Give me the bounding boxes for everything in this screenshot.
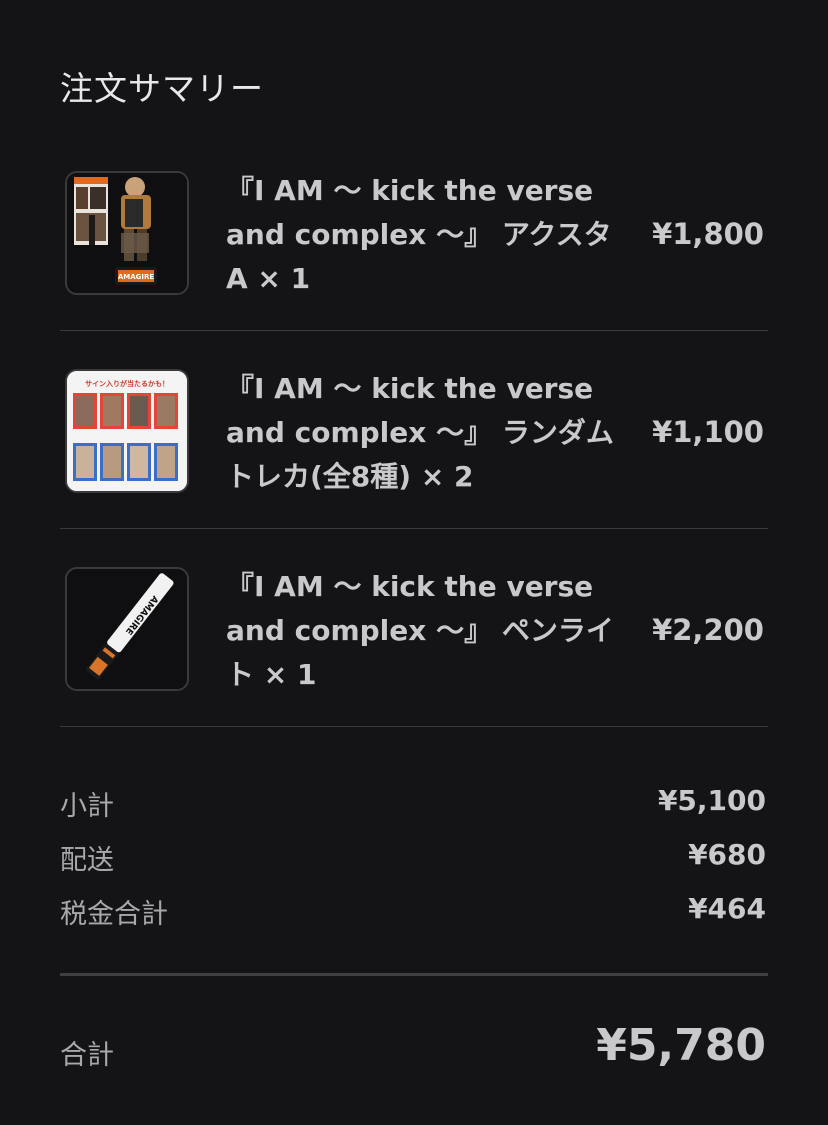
- item-thumbnail: AMAGIRE: [65, 171, 189, 295]
- item-thumbnail: AMAGIRE: [65, 567, 189, 691]
- tax-row: 税金合計 ¥464: [60, 892, 768, 932]
- shipping-label: 配送: [60, 845, 114, 876]
- item-name: 『I AM 〜 kick the verse and complex 〜』 ペン…: [226, 565, 626, 697]
- shipping-row: 配送 ¥680: [60, 838, 768, 878]
- divider: [60, 726, 768, 727]
- item-name: 『I AM 〜 kick the verse and complex 〜』 アク…: [226, 169, 626, 301]
- svg-text:サイン入りが当たるかも！: サイン入りが当たるかも！: [85, 379, 169, 388]
- page-title: 注文サマリー: [60, 69, 264, 108]
- subtotal-row: 小計 ¥5,100: [60, 784, 768, 824]
- order-item: AMAGIRE 『I AM 〜 kick the verse and compl…: [60, 133, 768, 331]
- order-item: AMAGIRE 『I AM 〜 kick the verse and compl…: [60, 529, 768, 727]
- tax-value: ¥464: [688, 892, 766, 925]
- svg-text:AMAGIRE: AMAGIRE: [118, 273, 155, 281]
- item-price: ¥1,100: [652, 415, 764, 449]
- total-label: 合計: [60, 1040, 114, 1071]
- acrylic-stand-image: AMAGIRE: [67, 173, 187, 293]
- item-name-line: and complex 〜』 ペンライ: [226, 614, 614, 647]
- item-name-line: トレカ(全8種) × 2: [226, 460, 474, 493]
- item-name-line: 『I AM 〜 kick the verse: [226, 372, 594, 405]
- item-thumbnail: サイン入りが当たるかも！: [65, 369, 189, 493]
- item-name-line: and complex 〜』 アクスタ: [226, 218, 612, 251]
- item-name: 『I AM 〜 kick the verse and complex 〜』 ラン…: [226, 367, 626, 499]
- subtotal-value: ¥5,100: [657, 784, 766, 817]
- penlight-image: AMAGIRE: [67, 569, 187, 689]
- subtotal-label: 小計: [60, 791, 114, 822]
- trading-card-image: サイン入りが当たるかも！: [67, 371, 187, 491]
- item-name-line: 『I AM 〜 kick the verse: [226, 174, 594, 207]
- total-value: ¥5,780: [596, 1020, 766, 1071]
- shipping-value: ¥680: [688, 838, 766, 871]
- item-name-line: and complex 〜』 ランダム: [226, 416, 614, 449]
- item-price: ¥2,200: [652, 613, 764, 647]
- item-price: ¥1,800: [652, 217, 764, 251]
- item-name-line: 『I AM 〜 kick the verse: [226, 570, 594, 603]
- total-divider: [60, 973, 768, 976]
- item-name-line: ト × 1: [226, 658, 317, 691]
- order-item: サイン入りが当たるかも！ 『I AM 〜 kick the verse and …: [60, 331, 768, 529]
- item-name-line: A × 1: [226, 262, 311, 295]
- tax-label: 税金合計: [60, 899, 168, 930]
